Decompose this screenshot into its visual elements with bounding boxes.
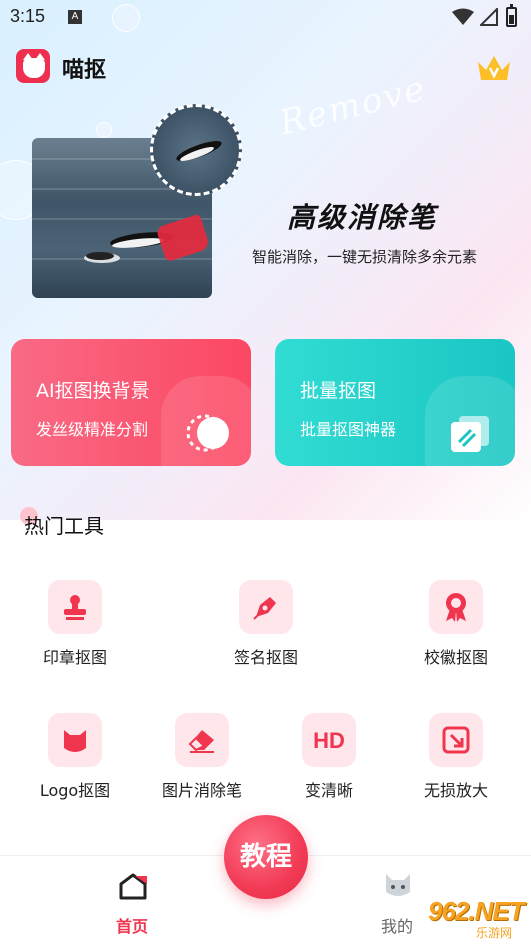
circle-photo [150,104,242,196]
eraser-icon [175,713,229,767]
signal-icon [480,8,498,26]
batch-cutout-card[interactable]: 批量抠图 批量抠图神器 [275,339,515,466]
badge-icon [429,580,483,634]
wifi-icon [452,8,474,25]
pen-icon [239,580,293,634]
banner-heading: 高级消除笔 [287,201,438,234]
tool-label: 印章抠图 [42,648,107,667]
tool-label: 图片消除笔 [161,781,242,800]
tool-logo-cutout[interactable]: Logo抠图 [20,713,130,801]
tutorial-button[interactable]: 教程 [224,815,308,899]
tool-label: 变清晰 [304,781,353,800]
tool-image-eraser[interactable]: 图片消除笔 [147,713,257,801]
card-subtitle: 批量抠图神器 [300,420,397,439]
tool-lossless-enlarge[interactable]: 无损放大 [401,713,511,801]
tool-label: Logo抠图 [39,781,111,800]
tool-label: 签名抠图 [233,648,298,667]
card-subtitle: 发丝级精准分割 [36,420,149,439]
nav-home-label[interactable]: 首页 [116,913,148,937]
watermark-sub: 乐游网 [476,926,513,940]
hd-icon: HD [302,713,356,767]
tool-school-badge-cutout[interactable]: 校徽抠图 [401,580,511,668]
enlarge-icon [429,713,483,767]
tool-label: 校徽抠图 [423,648,488,667]
banner-subheading: 智能消除，一键无损清除多余元素 [252,248,478,266]
ai-background-card[interactable]: AI抠图换背景 发丝级精准分割 [11,339,251,466]
decor-bubble [96,122,112,138]
notification-icon: A [68,10,82,24]
tool-enhance-clarity[interactable]: HD 变清晰 [274,713,384,801]
tool-label: 无损放大 [423,781,488,800]
tool-signature-cutout[interactable]: 签名抠图 [211,580,321,668]
card-title: AI抠图换背景 [36,380,150,402]
hd-icon-text: HD [313,728,345,753]
stacked-pages-icon [451,416,489,452]
battery-icon [506,4,517,27]
tool-stamp-cutout[interactable]: 印章抠图 [20,580,130,668]
app-title: 喵抠 [62,58,107,83]
crown-icon[interactable] [474,52,514,84]
watermark: 962.NET 乐游网 [398,896,528,940]
toggle-circle-icon [186,414,229,452]
cat-head-icon [48,713,102,767]
card-title: 批量抠图 [300,380,377,402]
section-title: 热门工具 [24,514,104,538]
stamp-icon [48,580,102,634]
status-bar: 3:15 A [0,0,531,36]
watermark-main: 962.NET [428,896,525,926]
app-logo-icon [16,49,50,83]
home-icon[interactable] [117,872,149,902]
status-time: 3:15 [10,6,46,26]
